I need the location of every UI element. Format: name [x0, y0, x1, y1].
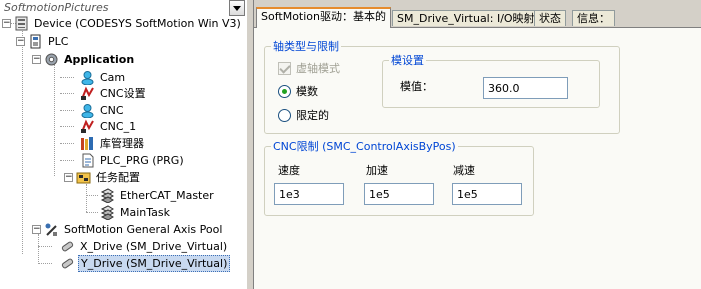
- tree-connector: [60, 126, 74, 127]
- modulo-value-label: 模值：: [400, 80, 433, 93]
- tree-item-cnc-settings[interactable]: CNC设置: [80, 85, 148, 101]
- tree-item-y-drive[interactable]: Y_Drive (SM_Drive_Virtual): [60, 254, 231, 272]
- tree-item-label: 任务配置: [96, 170, 140, 184]
- tree-item-x-drive[interactable]: X_Drive (SM_Drive_Virtual): [60, 238, 229, 254]
- radio-button[interactable]: [278, 108, 291, 122]
- tree-item-label: X_Drive (SM_Drive_Virtual): [80, 239, 228, 253]
- device-tree-panel: SoftmotionPictures − Device (CODESYS Sof…: [0, 0, 246, 289]
- tree-item-label: Y_Drive (SM_Drive_Virtual): [78, 254, 231, 272]
- tree-item-application[interactable]: − Application: [32, 51, 136, 67]
- task-config-icon: [76, 170, 91, 185]
- tree-item-main-task[interactable]: MainTask: [100, 204, 172, 221]
- tree-item-ethercat-master[interactable]: EtherCAT_Master: [100, 187, 216, 204]
- velocity-input[interactable]: [274, 183, 344, 205]
- tree-item-label: SoftMotion General Axis Pool: [64, 222, 223, 236]
- task-icon: [100, 187, 115, 204]
- deceleration-label: 减速: [453, 164, 475, 177]
- drive-icon: [60, 256, 75, 271]
- device-icon: [14, 16, 29, 31]
- tab-strip: SoftMotion驱动：基本的 SM_Drive_Virtual: I/O映射…: [254, 6, 701, 28]
- finite-label: 限定的: [296, 109, 329, 122]
- cnc-program-icon: [80, 119, 95, 134]
- drive-editor: SoftMotion驱动：基本的 SM_Drive_Virtual: I/O映射…: [254, 0, 701, 289]
- tree-item-plc-prg[interactable]: PLC_PRG (PRG): [80, 152, 186, 168]
- group-title: 轴类型与限制: [273, 40, 339, 53]
- tree-item-label: CNC_1: [100, 119, 137, 133]
- tree-item-label: Cam: [100, 70, 126, 84]
- tree-connector: [38, 263, 52, 264]
- tree-item-library-manager[interactable]: 库管理器: [80, 135, 146, 151]
- axis-pool-icon: [44, 222, 59, 237]
- tree-item-label: PLC: [48, 34, 69, 48]
- tree-connector: [86, 195, 98, 196]
- modulo-radio[interactable]: 模数: [278, 83, 318, 99]
- tree-item-cam[interactable]: Cam: [80, 69, 127, 85]
- tree-item-label: 库管理器: [100, 136, 144, 150]
- cnc-icon: [80, 103, 95, 118]
- tree-connector: [54, 64, 55, 176]
- tab-softmotion-basic[interactable]: SoftMotion驱动：基本的: [256, 7, 391, 28]
- tree-connector: [60, 160, 74, 161]
- tree-item-device[interactable]: − Device (CODESYS SoftMotion Win V3): [0, 15, 243, 31]
- tree-item-label: CNC: [100, 103, 124, 117]
- tree-connector: [60, 143, 74, 144]
- tree-connector: [60, 93, 74, 94]
- group-title: 模设置: [391, 54, 424, 67]
- tree-item-label: CNC设置: [100, 86, 146, 100]
- tree-item-label: PLC_PRG (PRG): [100, 153, 184, 167]
- modulo-label: 模数: [296, 85, 318, 98]
- program-icon: [80, 153, 95, 168]
- collapse-icon[interactable]: −: [2, 18, 11, 28]
- project-title: SoftmotionPictures: [4, 1, 109, 14]
- checkbox-box[interactable]: [278, 61, 291, 75]
- virtual-mode-checkbox[interactable]: 虚轴模式: [278, 60, 340, 76]
- cam-icon: [80, 70, 95, 85]
- collapse-icon[interactable]: −: [16, 36, 25, 46]
- tree-connector: [22, 28, 23, 254]
- tab-status[interactable]: 状态: [534, 10, 566, 26]
- tree-item-label: MainTask: [120, 205, 170, 219]
- tree-dropdown-button[interactable]: [229, 0, 245, 16]
- collapse-icon[interactable]: −: [32, 224, 41, 234]
- tree-item-label: Application: [64, 52, 135, 66]
- tree-item-axis-pool[interactable]: − SoftMotion General Axis Pool: [32, 221, 224, 237]
- tree-connector: [86, 184, 87, 212]
- tab-io-mapping[interactable]: SM_Drive_Virtual: I/O映射: [392, 10, 540, 26]
- tree-item-label: EtherCAT_Master: [120, 188, 214, 202]
- tree-item-plc[interactable]: − PLC: [16, 33, 70, 49]
- virtual-mode-label: 虚轴模式: [296, 62, 340, 75]
- collapse-icon[interactable]: −: [64, 172, 73, 182]
- acceleration-input[interactable]: [364, 183, 434, 205]
- library-icon: [80, 136, 95, 151]
- collapse-icon[interactable]: −: [32, 54, 41, 64]
- tree-item-cnc-1[interactable]: CNC_1: [80, 118, 138, 134]
- tree-connector: [86, 212, 98, 213]
- plc-icon: [28, 34, 43, 49]
- tree-connector: [38, 246, 52, 247]
- group-title: CNC限制 (SMC_ControlAxisByPos): [273, 140, 456, 153]
- tree-connector: [38, 234, 39, 264]
- panel-splitter[interactable]: [246, 0, 254, 289]
- cnc-settings-icon: [80, 86, 95, 101]
- acceleration-label: 加速: [366, 164, 388, 177]
- gear-icon: [44, 52, 59, 67]
- tree-connector: [60, 110, 74, 111]
- finite-radio[interactable]: 限定的: [278, 107, 329, 123]
- tab-info[interactable]: 信息：: [572, 10, 615, 26]
- tree-header: SoftmotionPictures: [0, 0, 246, 16]
- velocity-label: 速度: [278, 164, 300, 177]
- drive-icon: [60, 239, 75, 254]
- tab-content: 轴类型与限制 虚轴模式 模数 限定的 模设置 模值： CNC限制 (SMC_Co…: [254, 27, 701, 289]
- tree-item-cnc[interactable]: CNC: [80, 102, 126, 118]
- task-icon: [100, 204, 115, 221]
- radio-button[interactable]: [278, 84, 291, 98]
- modulo-value-input[interactable]: [483, 77, 568, 99]
- dropdown-arrow-icon: [233, 5, 241, 11]
- deceleration-input[interactable]: [452, 183, 522, 205]
- tree-connector: [60, 77, 74, 78]
- tree-item-label: Device (CODESYS SoftMotion Win V3): [34, 16, 241, 30]
- tree-item-task-config[interactable]: − 任务配置: [64, 169, 142, 185]
